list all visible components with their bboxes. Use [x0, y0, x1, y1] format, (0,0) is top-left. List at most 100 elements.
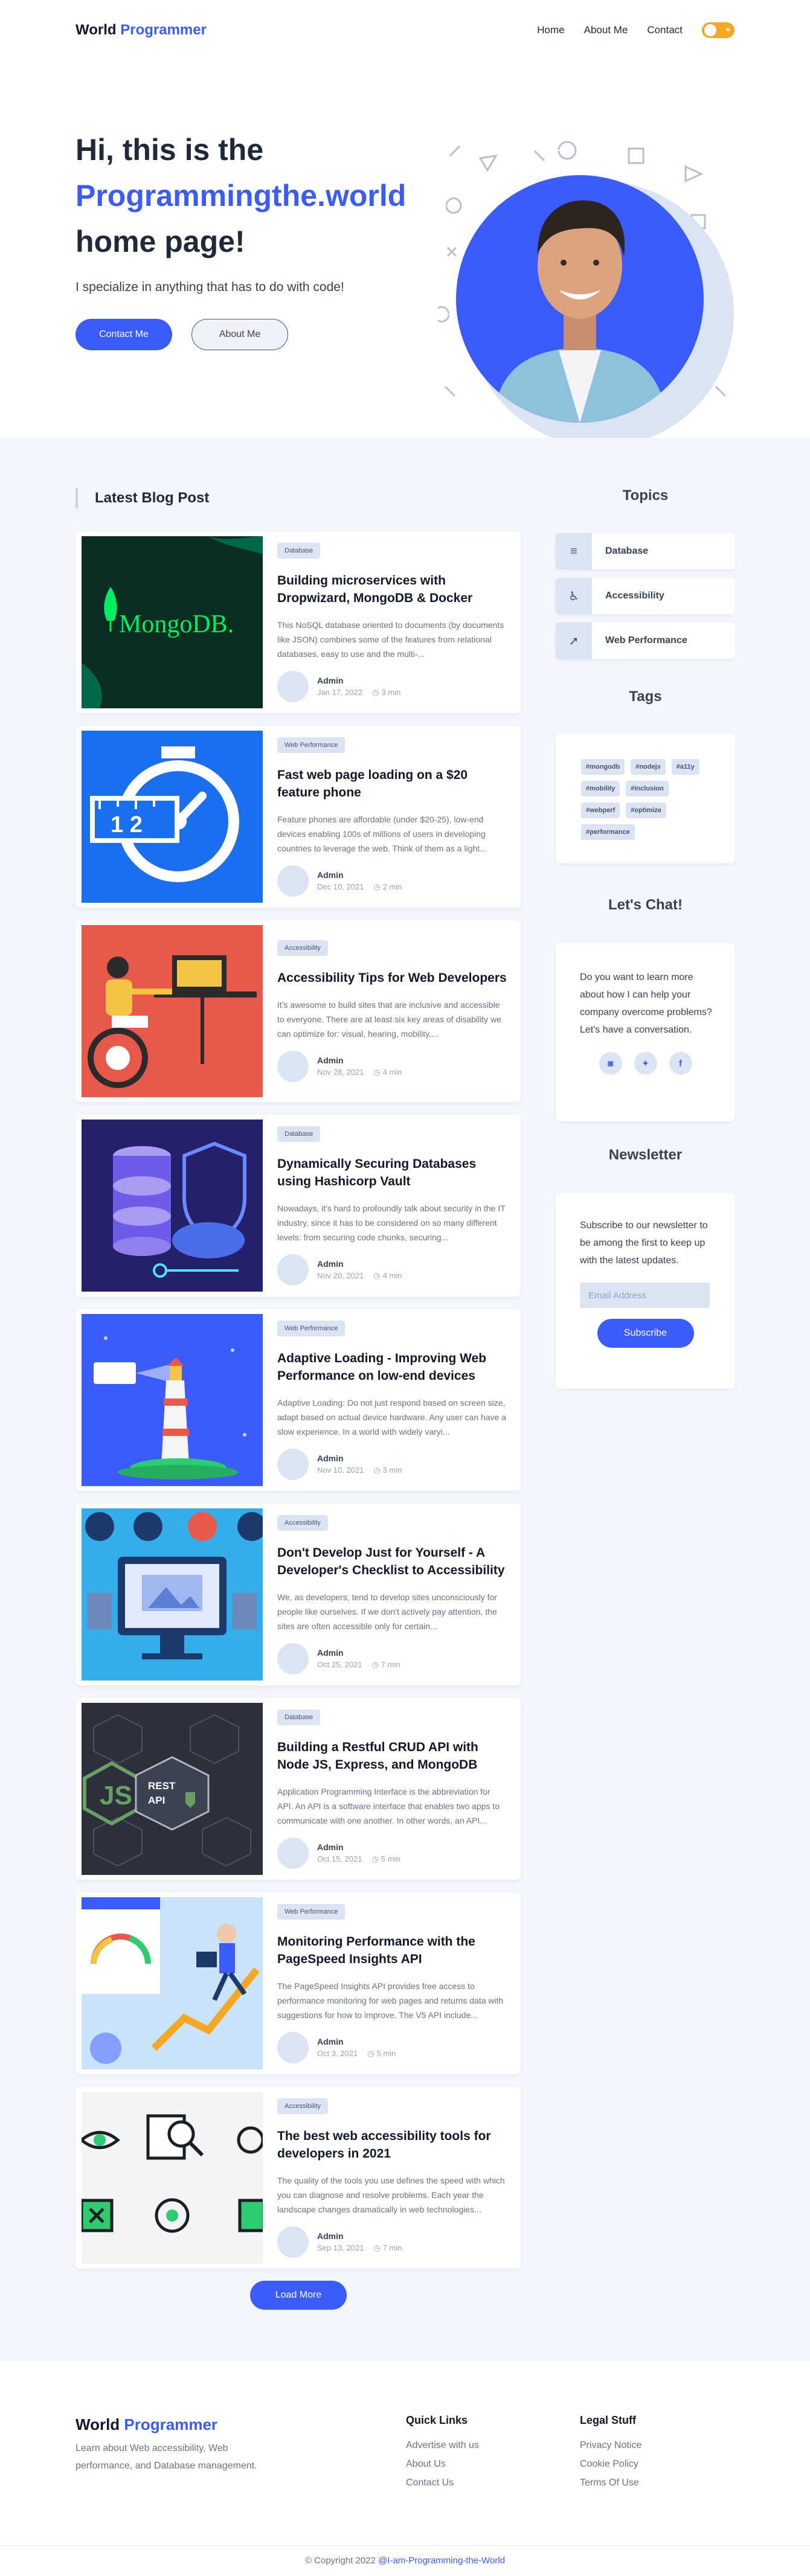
- blog-post-card[interactable]: Accessibility The best web accessibility…: [76, 2087, 521, 2269]
- footer-link-cookie[interactable]: Cookie Policy: [580, 2459, 641, 2470]
- theme-toggle[interactable]: ☀: [702, 22, 734, 38]
- subscribe-button[interactable]: Subscribe: [597, 1319, 694, 1348]
- blog-post-card[interactable]: JS REST API Database Building a Restful …: [76, 1698, 521, 1880]
- post-title[interactable]: Accessibility Tips for Web Developers: [277, 969, 507, 987]
- post-date: Oct 3, 2021: [317, 2048, 358, 2058]
- discord-icon[interactable]: ◙: [599, 1052, 622, 1075]
- load-more-button[interactable]: Load More: [250, 2281, 347, 2310]
- footer-link-about[interactable]: About Us: [406, 2459, 479, 2470]
- post-thumbnail[interactable]: [82, 1120, 263, 1292]
- post-thumbnail[interactable]: JS REST API: [82, 1703, 263, 1875]
- tag-chip[interactable]: #mongodb: [581, 759, 625, 775]
- post-body: Accessibility Accessibility Tips for Web…: [263, 940, 521, 1082]
- chat-text: Do you want to learn more about how I ca…: [580, 972, 712, 1035]
- footer-link-terms[interactable]: Terms Of Use: [580, 2478, 641, 2488]
- topic-label: Web Performance: [605, 635, 687, 646]
- category-badge[interactable]: Web Performance: [277, 1320, 346, 1336]
- clock-icon: ◷: [373, 882, 381, 891]
- post-thumbnail[interactable]: MongoDB.: [82, 536, 263, 708]
- tag-chip[interactable]: #performance: [581, 824, 635, 840]
- social-links: ◙ ✦ f: [556, 1052, 735, 1075]
- tag-chip[interactable]: #nodejs: [631, 759, 666, 775]
- blog-post-card[interactable]: Web Performance Monitoring Performance w…: [76, 1892, 521, 2074]
- twitter-icon[interactable]: ✦: [634, 1052, 657, 1075]
- post-title[interactable]: Adaptive Loading - Improving Web Perform…: [277, 1350, 507, 1385]
- mongodb-wordmark: MongoDB.: [119, 610, 234, 638]
- post-thumbnail[interactable]: [82, 925, 263, 1097]
- post-title[interactable]: Building microservices with Dropwizard, …: [277, 572, 507, 607]
- footer-link-privacy[interactable]: Privacy Notice: [580, 2440, 641, 2451]
- blog-post-card[interactable]: Web Performance Adaptive Loading - Impro…: [76, 1309, 521, 1491]
- topic-web-performance[interactable]: ➚ Web Performance: [556, 623, 735, 659]
- category-badge[interactable]: Database: [277, 1709, 321, 1725]
- blog-post-card[interactable]: Database Dynamically Securing Databases …: [76, 1115, 521, 1296]
- post-excerpt: The quality of the tools you use defines…: [277, 2175, 505, 2214]
- chat-card: Do you want to learn more about how I ca…: [556, 943, 735, 1121]
- about-me-button[interactable]: About Me: [191, 319, 288, 350]
- tag-chip[interactable]: #inclusion: [626, 781, 669, 796]
- post-title[interactable]: Don't Develop Just for Yourself - A Deve…: [277, 1544, 507, 1579]
- post-title[interactable]: The best web accessibility tools for dev…: [277, 2127, 507, 2162]
- tag-chip[interactable]: #optimize: [626, 803, 667, 818]
- post-read-time: 7 min: [381, 1659, 400, 1669]
- nav-about-link[interactable]: About Me: [584, 24, 628, 36]
- post-body: Database Dynamically Securing Databases …: [263, 1126, 521, 1286]
- blog-post-card[interactable]: Accessibility Don't Develop Just for You…: [76, 1504, 521, 1685]
- blog-post-card[interactable]: MongoDB. Database Building microservices…: [76, 531, 521, 713]
- footer-link-advertise[interactable]: Advertise with us: [406, 2440, 479, 2451]
- nav-contact-link[interactable]: Contact: [647, 24, 683, 36]
- facebook-icon[interactable]: f: [669, 1052, 692, 1075]
- footer-link-contact[interactable]: Contact Us: [406, 2478, 479, 2488]
- category-badge[interactable]: Web Performance: [277, 1903, 346, 1920]
- copyright-link[interactable]: @I-am-Programming-the-World: [378, 2555, 505, 2566]
- post-meta: Admin Jan 17, 2022 ◷ 3 min: [277, 670, 507, 702]
- lighthouse-art: [82, 1314, 263, 1486]
- clock-icon: ◷: [373, 1068, 381, 1077]
- post-title[interactable]: Dynamically Securing Databases using Has…: [277, 1155, 507, 1190]
- category-badge[interactable]: Database: [277, 1126, 321, 1142]
- category-badge[interactable]: Accessibility: [277, 2098, 328, 2114]
- post-thumbnail[interactable]: [82, 2092, 263, 2264]
- blog-post-card[interactable]: Accessibility Accessibility Tips for Web…: [76, 920, 521, 1102]
- topic-database[interactable]: ≡ Database: [556, 533, 735, 569]
- tag-chip[interactable]: #webperf: [581, 803, 620, 818]
- post-author: Admin: [317, 1258, 344, 1269]
- logo-second-word: Programmer: [120, 22, 207, 38]
- category-badge[interactable]: Web Performance: [277, 737, 346, 753]
- contact-me-button[interactable]: Contact Me: [76, 319, 172, 350]
- post-title[interactable]: Monitoring Performance with the PageSpee…: [277, 1933, 507, 1968]
- post-body: Accessibility Don't Develop Just for You…: [263, 1514, 521, 1674]
- nav-home-link[interactable]: Home: [537, 24, 564, 36]
- email-field[interactable]: [580, 1283, 710, 1308]
- svg-text:JS: JS: [100, 1781, 132, 1810]
- category-badge[interactable]: Accessibility: [277, 940, 328, 956]
- tag-chip[interactable]: #a11y: [671, 759, 699, 775]
- site-logo[interactable]: World Programmer: [76, 22, 207, 39]
- author-avatar: [277, 1837, 309, 1869]
- post-meta: Admin Nov 10, 2021 ◷ 3 min: [277, 1448, 507, 1480]
- logo-second-word: Programmer: [124, 2415, 218, 2433]
- person-illustration: [492, 200, 667, 423]
- post-title[interactable]: Building a Restful CRUD API with Node JS…: [277, 1738, 507, 1773]
- tags-card: #mongodb #nodejs #a11y #mobility #inclus…: [556, 734, 735, 863]
- category-badge[interactable]: Accessibility: [277, 1514, 328, 1531]
- post-thumbnail[interactable]: [82, 1508, 263, 1680]
- tag-chip[interactable]: #mobility: [581, 781, 620, 796]
- post-thumbnail[interactable]: [82, 1897, 263, 2069]
- category-badge[interactable]: Database: [277, 542, 321, 559]
- logo-first-word: World: [76, 22, 117, 38]
- api-label: API: [148, 1795, 166, 1806]
- post-title[interactable]: Fast web page loading on a $20 feature p…: [277, 766, 507, 801]
- post-thumbnail[interactable]: 1 2: [82, 731, 263, 903]
- copyright-text: © Copyright 2022: [304, 2555, 376, 2566]
- blog-post-card[interactable]: 1 2 Web Performance Fast web page loadin…: [76, 726, 521, 908]
- clock-icon: ◷: [367, 2048, 374, 2058]
- post-excerpt: Nowadays, it's hard to profoundly talk a…: [277, 1203, 506, 1242]
- footer-logo[interactable]: World Programmer: [76, 2415, 217, 2434]
- author-avatar: [277, 865, 309, 897]
- post-excerpt: This NoSQL database oriented to document…: [277, 620, 504, 659]
- database-icon: ≡: [556, 533, 592, 569]
- post-thumbnail[interactable]: [82, 1314, 263, 1486]
- topic-accessibility[interactable]: ♿ Accessibility: [556, 578, 735, 614]
- newsletter-text: Subscribe to our newsletter to be among …: [580, 1220, 708, 1266]
